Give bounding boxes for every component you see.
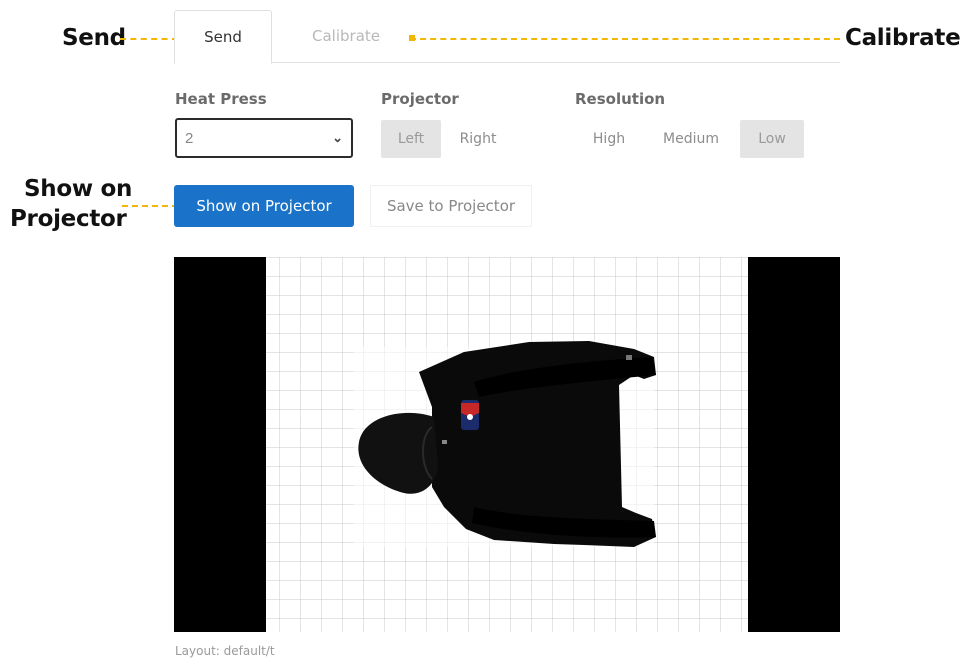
resolution-low-label: Low [758,131,786,147]
projector-left-label: Left [397,131,425,147]
projector-right-label: Right [459,131,497,147]
annotation-send: Send [62,25,126,51]
projector-left-button[interactable]: Left [381,120,441,158]
chevron-down-icon: ⌄ [332,130,343,145]
tab-send-label: Send [204,28,242,46]
resolution-medium-label: Medium [663,131,719,147]
preview-right-mask [748,257,840,632]
resolution-high-button[interactable]: High [578,120,640,158]
annotation-show-on-projector-line [122,205,178,207]
layout-footer: Layout: default/t [175,644,275,658]
projector-label: Projector [381,90,459,108]
resolution-medium-button[interactable]: Medium [648,120,734,158]
projector-right-button[interactable]: Right [445,120,511,158]
show-on-projector-label: Show on Projector [196,197,332,215]
tab-calibrate-label: Calibrate [312,27,380,45]
heat-press-select[interactable]: 2 ⌄ [175,118,353,158]
annotation-send-line [120,38,178,40]
preview-canvas [266,257,748,632]
tab-calibrate[interactable]: Calibrate [286,10,406,62]
projector-preview [174,257,840,632]
save-to-projector-button[interactable]: Save to Projector [370,185,532,227]
tab-bar: Send Calibrate [174,10,840,64]
heat-press-label: Heat Press [175,90,267,108]
annotation-show-on-projector-line1: Show on [24,176,133,202]
save-to-projector-label: Save to Projector [386,197,516,215]
annotation-show-on-projector-line2: Projector [10,206,127,232]
resolution-high-label: High [592,131,626,147]
resolution-low-button[interactable]: Low [740,120,804,158]
preview-left-mask [174,257,266,632]
tab-send[interactable]: Send [174,10,272,64]
annotation-calibrate: Calibrate [845,25,961,51]
heat-press-value: 2 [185,129,194,147]
resolution-label: Resolution [575,90,666,108]
show-on-projector-button[interactable]: Show on Projector [174,185,354,227]
